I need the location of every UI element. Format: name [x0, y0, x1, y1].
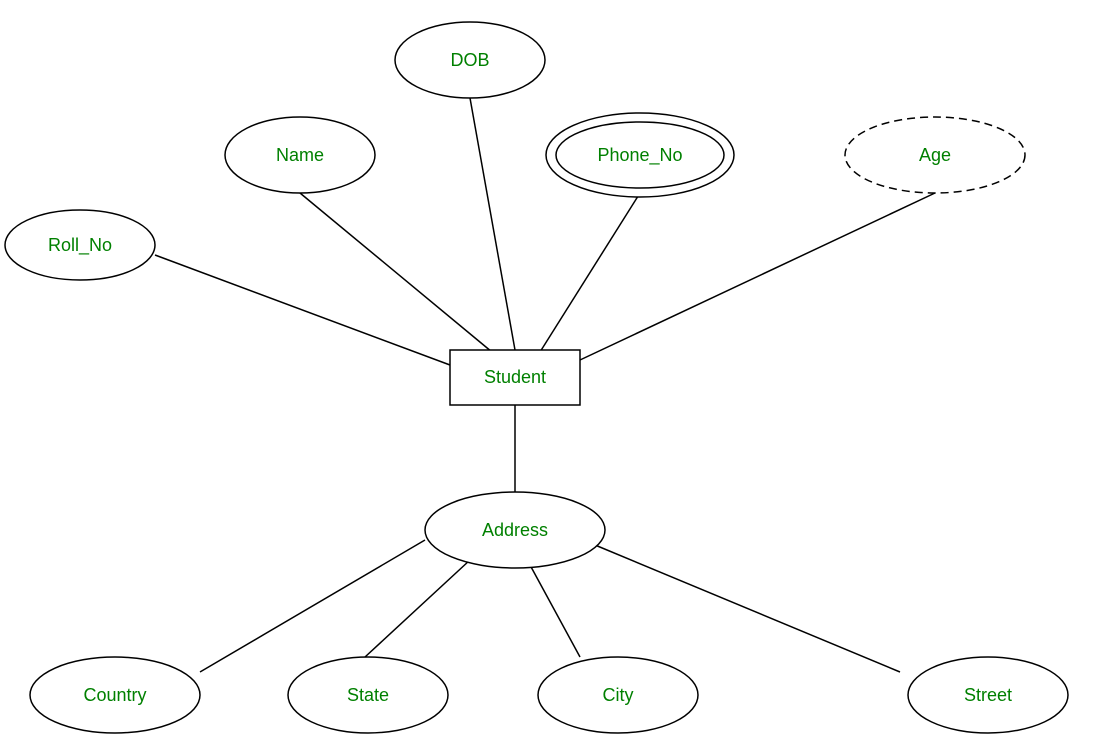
- phone-label: Phone_No: [597, 145, 682, 166]
- line-address-country: [200, 540, 425, 672]
- line-student-age: [580, 193, 935, 360]
- name-label: Name: [276, 145, 324, 165]
- line-address-city: [530, 565, 580, 657]
- line-address-street: [595, 545, 900, 672]
- line-student-phone: [540, 193, 640, 352]
- line-address-state: [365, 560, 470, 657]
- age-label: Age: [919, 145, 951, 165]
- city-label: City: [603, 685, 634, 705]
- state-label: State: [347, 685, 389, 705]
- er-diagram: Student Address DOB Name Phone_No Age Ro…: [0, 0, 1112, 753]
- dob-label: DOB: [450, 50, 489, 70]
- rollno-label: Roll_No: [48, 235, 112, 256]
- student-label: Student: [484, 367, 546, 387]
- street-label: Street: [964, 685, 1012, 705]
- line-student-name: [300, 193, 492, 352]
- country-label: Country: [83, 685, 146, 705]
- line-student-rollno: [155, 255, 450, 365]
- line-student-dob: [470, 98, 515, 350]
- address-label: Address: [482, 520, 548, 540]
